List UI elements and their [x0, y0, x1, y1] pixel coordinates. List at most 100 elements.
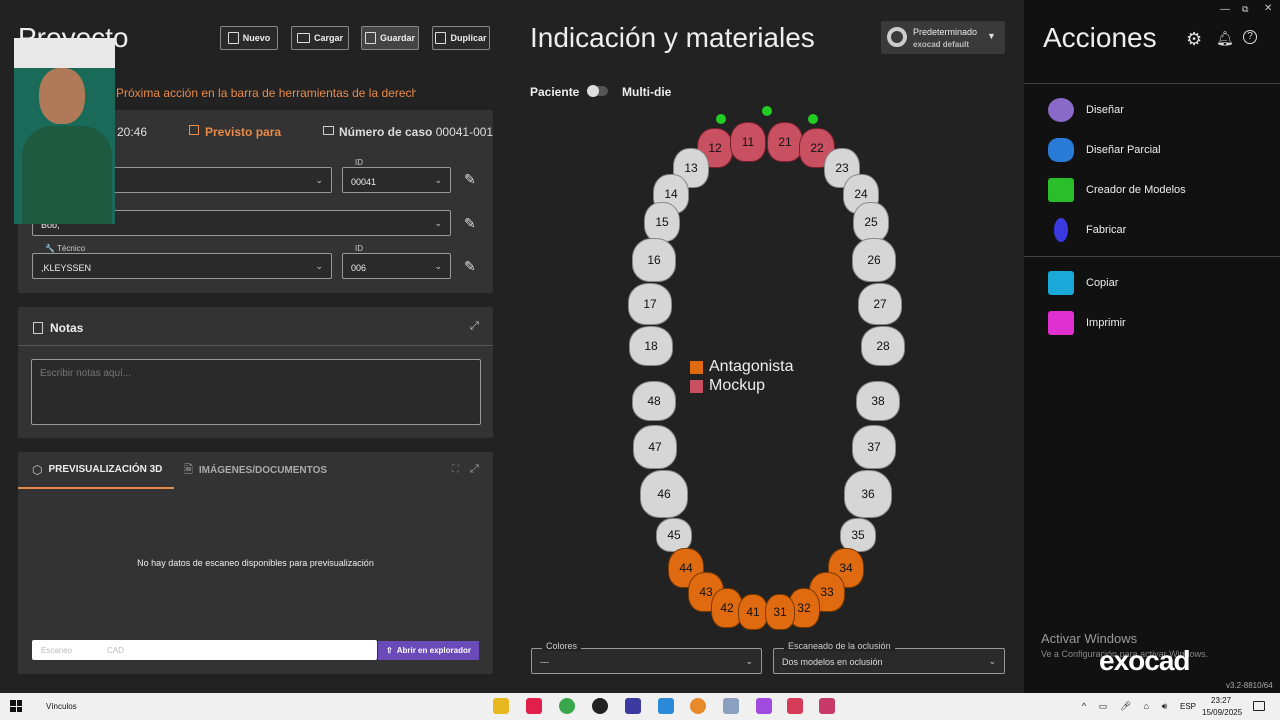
toggle-knob: [587, 85, 599, 97]
legend: Antagonista Mockup: [690, 358, 794, 395]
chevron-down-icon: ⌄: [434, 218, 442, 228]
new-button[interactable]: Nuevo: [220, 26, 278, 50]
fabricate-icon: [1054, 218, 1068, 242]
system-tray-icons[interactable]: ^ ▭ 🎤︎ ⌂ 🔊︎: [1082, 701, 1172, 712]
tooth-45[interactable]: 45: [656, 518, 692, 552]
tooth-18[interactable]: 18: [629, 326, 673, 366]
blender-icon[interactable]: [690, 698, 706, 714]
links-toolbar[interactable]: Vínculos: [46, 702, 77, 711]
bell-icon[interactable]: 🔔︎: [1216, 30, 1234, 47]
tooth-35[interactable]: 35: [840, 518, 876, 552]
document-icon: 🗎: [184, 464, 193, 476]
teeth-chart: 12 11 21 22 13 23 14 24 15 25 16 26 17 2…: [620, 100, 920, 630]
tooth-11[interactable]: 11: [730, 122, 766, 162]
notes-panel: Notas ⤢: [18, 307, 493, 438]
tooth-47[interactable]: 47: [633, 425, 677, 469]
tooth-36[interactable]: 36: [844, 470, 892, 518]
app-icon[interactable]: [658, 698, 674, 714]
file-icon: [227, 32, 239, 44]
webcam-overlay: [14, 38, 115, 224]
tooth-37[interactable]: 37: [852, 425, 896, 469]
caret-down-icon: ▼: [987, 31, 996, 41]
expand-icon[interactable]: ⤢: [470, 463, 479, 476]
duplicate-button[interactable]: Duplicar: [432, 26, 490, 50]
load-button[interactable]: Cargar: [291, 26, 349, 50]
windows-start-icon[interactable]: [10, 700, 22, 712]
design-icon: [1048, 98, 1074, 122]
folder-icon: [296, 33, 310, 43]
divider: [1024, 256, 1280, 257]
expand-icon[interactable]: ⤢: [470, 320, 479, 333]
preview-panel: ⬡ PREVISUALIZACIÓN 3D 🗎 IMÁGENES/DOCUMEN…: [18, 452, 493, 674]
indication-title: Indicación y materiales: [530, 22, 815, 53]
tooth-17[interactable]: 17: [628, 283, 672, 325]
tooth-28[interactable]: 28: [861, 326, 905, 366]
minimize-icon[interactable]: —: [1220, 4, 1230, 15]
edit-patient-icon[interactable]: ✎: [464, 216, 478, 230]
webcam-shirt: [22, 126, 112, 224]
tooth-25[interactable]: 25: [853, 202, 889, 242]
patient-multidie-toggle[interactable]: [587, 85, 608, 97]
cad-taskbar-icon[interactable]: [819, 698, 835, 714]
save-button[interactable]: Guardar: [361, 26, 419, 50]
exocad-taskbar-icon[interactable]: [787, 698, 803, 714]
technician-select[interactable]: 🔧 Técnico ,KLEYSSEN ⌄: [32, 244, 332, 279]
language-indicator[interactable]: ESP: [1180, 702, 1196, 711]
file-explorer-icon[interactable]: [493, 698, 509, 714]
action-design[interactable]: Diseñar: [1048, 98, 1124, 122]
tooth-48[interactable]: 48: [632, 381, 676, 421]
tooth-38[interactable]: 38: [856, 381, 900, 421]
clock-date[interactable]: 15/09/2025: [1202, 708, 1242, 717]
print-icon: [1048, 311, 1074, 335]
help-icon[interactable]: ?: [1243, 30, 1257, 44]
action-print[interactable]: Imprimir: [1048, 311, 1126, 335]
time-label: 20:46: [117, 125, 148, 139]
app-icon[interactable]: [756, 698, 772, 714]
colors-select[interactable]: Colores --- ⌄: [531, 641, 762, 674]
tooth-15[interactable]: 15: [644, 202, 680, 242]
app-icon[interactable]: [592, 698, 608, 714]
tab-images-documents[interactable]: 🗎 IMÁGENES/DOCUMENTOS: [184, 452, 327, 489]
tooth-16[interactable]: 16: [632, 238, 676, 282]
restore-icon[interactable]: ⧉: [1242, 4, 1248, 15]
settings-icon[interactable]: ⚙: [1186, 29, 1202, 50]
edit-technician-icon[interactable]: ✎: [464, 259, 478, 273]
clock-time[interactable]: 23:27: [1211, 696, 1231, 705]
action-model-creator[interactable]: Creador de Modelos: [1048, 178, 1186, 202]
chevron-down-icon: ⌄: [988, 656, 996, 666]
tooth-31[interactable]: 31: [765, 594, 795, 630]
export-icon: ⇧: [386, 646, 393, 655]
tooth-46[interactable]: 46: [640, 470, 688, 518]
case-number-label: Número de caso 00041-001: [339, 125, 494, 139]
next-action-hint: Próxima acción en la barra de herramient…: [116, 86, 416, 100]
chevron-down-icon: ⌄: [434, 175, 442, 185]
tooth-21[interactable]: 21: [767, 122, 803, 162]
app-icon[interactable]: [625, 698, 641, 714]
app-icon[interactable]: [723, 698, 739, 714]
edit-client-icon[interactable]: ✎: [464, 172, 478, 186]
notes-textarea[interactable]: [31, 359, 481, 425]
planned-for-label[interactable]: Previsto para: [205, 125, 281, 139]
preset-select[interactable]: Predeterminado exocad default ▼: [881, 21, 1005, 54]
action-copy[interactable]: Copiar: [1048, 271, 1118, 295]
preset-subtitle: exocad default: [913, 40, 970, 49]
scan-label: Escaneo: [41, 646, 73, 655]
fullscreen-icon[interactable]: ⛶: [452, 464, 459, 475]
notification-icon[interactable]: [1253, 701, 1265, 711]
tooth-41[interactable]: 41: [738, 594, 768, 630]
legend-swatch: [690, 379, 703, 393]
technician-id-select[interactable]: ID 006 ⌄: [342, 244, 451, 279]
tiktok-icon[interactable]: [526, 698, 542, 714]
tab-3d-preview[interactable]: ⬡ PREVISUALIZACIÓN 3D: [18, 452, 174, 489]
tooth-26[interactable]: 26: [852, 238, 896, 282]
occlusion-scan-select[interactable]: Escaneado de la oclusión Dos modelos en …: [773, 641, 1005, 674]
action-partial-design[interactable]: Diseñar Parcial: [1048, 138, 1161, 162]
open-explorer-button[interactable]: ⇧ Abrir en explorador: [378, 641, 479, 660]
chrome-icon[interactable]: [559, 698, 575, 714]
divider: [18, 345, 493, 346]
client-id-select[interactable]: ID 00041 ⌄: [342, 158, 451, 193]
close-icon[interactable]: ✕: [1264, 3, 1272, 14]
chevron-down-icon: ⌄: [315, 175, 323, 185]
tooth-27[interactable]: 27: [858, 283, 902, 325]
action-fabricate[interactable]: Fabricar: [1048, 218, 1126, 242]
